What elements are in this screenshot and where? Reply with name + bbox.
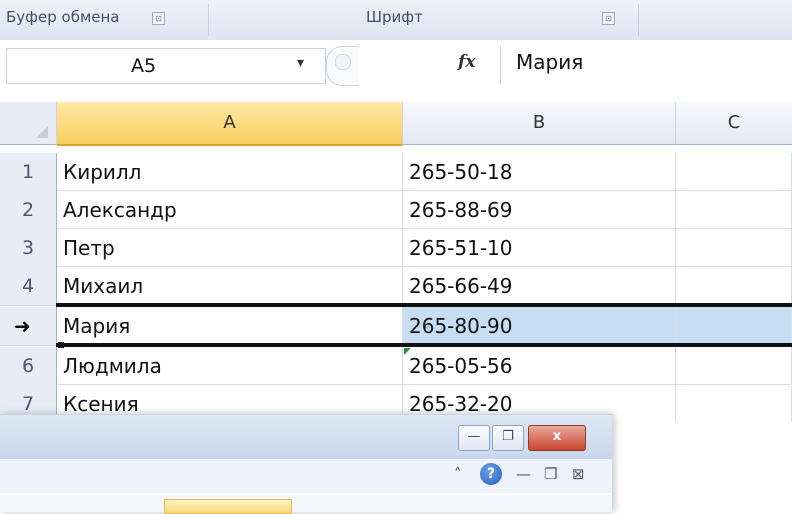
table-cell-selected[interactable]: 265-80-90 <box>403 307 676 345</box>
help-icon[interactable]: ? <box>480 463 502 485</box>
column-header-c[interactable]: C <box>676 102 792 145</box>
select-all-icon <box>36 126 48 138</box>
insert-function-icon[interactable]: fx <box>458 52 475 72</box>
table-cell[interactable]: Михаил <box>57 267 403 305</box>
formula-separator <box>500 46 501 84</box>
formula-input[interactable]: Мария <box>516 50 583 74</box>
row-header[interactable]: 6 <box>0 347 57 386</box>
row-header[interactable]: 1 <box>0 153 57 192</box>
table-cell[interactable] <box>676 347 792 385</box>
table-cell[interactable]: 265-51-10 <box>403 229 676 267</box>
formula-bar-handle[interactable] <box>326 46 359 86</box>
font-launcher-icon[interactable]: ⊡ <box>602 12 615 25</box>
table-cell[interactable]: 265-88-69 <box>403 191 676 229</box>
table-cell[interactable] <box>676 385 792 422</box>
window-titlebar: — ❐ x <box>0 415 612 459</box>
table-cell[interactable]: 265-05-56 <box>403 347 676 385</box>
ribbon-group-labels: Буфер обмена ⊡ Шрифт ⊡ <box>0 0 792 41</box>
ribbon-controls-row: ˄ ? — ❐ ⊠ <box>0 459 612 493</box>
table-cell[interactable] <box>676 153 792 191</box>
arrow-right-icon: ➜ <box>14 314 31 338</box>
row-header[interactable]: 3 <box>0 229 57 268</box>
name-box-value: A5 <box>131 55 157 77</box>
clipboard-launcher-icon[interactable]: ⊡ <box>152 12 165 25</box>
table-cell[interactable] <box>676 267 792 305</box>
spreadsheet-grid: A B C 1 Кирилл 265-50-18 2 Александр 265… <box>0 92 792 422</box>
row-header[interactable]: 4 <box>0 267 57 306</box>
circle-icon <box>335 54 351 70</box>
select-all-button[interactable] <box>0 102 57 145</box>
restore-button[interactable]: ❐ <box>492 425 524 451</box>
ribbon-separator <box>208 4 209 36</box>
name-box[interactable]: A5 ▾ <box>6 48 326 84</box>
close-button[interactable]: x <box>528 425 586 451</box>
table-cell[interactable]: Людмила <box>57 347 403 385</box>
table-cell[interactable]: 265-50-18 <box>403 153 676 191</box>
workbook-close-icon[interactable]: ⊠ <box>572 465 585 483</box>
workbook-restore-icon[interactable]: ❐ <box>544 465 557 483</box>
table-cell[interactable] <box>676 229 792 267</box>
formula-bar: A5 ▾ fx Мария <box>0 40 792 93</box>
column-header-b[interactable]: B <box>403 102 676 145</box>
minimize-button[interactable]: — <box>458 425 490 451</box>
tab-strip <box>0 495 612 512</box>
table-cell-active[interactable]: Мария <box>57 307 403 345</box>
chevron-down-icon[interactable]: ▾ <box>297 55 304 71</box>
row-header[interactable]: 2 <box>0 191 57 230</box>
table-cell[interactable]: Кирилл <box>57 153 403 191</box>
table-cell[interactable] <box>676 191 792 229</box>
overlay-window: — ❐ x ˄ ? — ❐ ⊠ <box>0 414 612 514</box>
minimize-ribbon-icon[interactable]: ˄ <box>454 465 462 483</box>
ribbon-separator <box>638 4 639 36</box>
table-cell[interactable]: Петр <box>57 229 403 267</box>
clipboard-group-label: Буфер обмена <box>6 8 120 26</box>
table-cell[interactable]: 265-66-49 <box>403 267 676 305</box>
table-cell[interactable]: Александр <box>57 191 403 229</box>
font-group-label: Шрифт <box>366 8 423 26</box>
error-indicator-icon <box>404 348 411 355</box>
column-header-a[interactable]: A <box>57 102 403 146</box>
workbook-minimize-icon[interactable]: — <box>516 465 531 483</box>
table-cell-selected[interactable] <box>676 307 792 345</box>
active-tab[interactable] <box>164 499 292 514</box>
